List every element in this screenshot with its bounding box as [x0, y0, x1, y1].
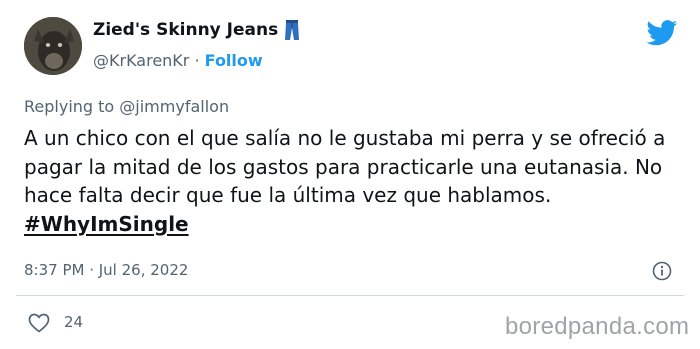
- replying-to[interactable]: Replying to @jimmyfallon: [24, 97, 229, 116]
- divider: [16, 295, 684, 296]
- separator-dot: ·: [194, 51, 200, 70]
- author-handle-row: @KrKarenKr · Follow: [93, 51, 263, 70]
- follow-button[interactable]: Follow: [205, 51, 263, 70]
- heart-icon[interactable]: [28, 313, 50, 333]
- tweet-timestamp[interactable]: 8:37 PM · Jul 26, 2022: [24, 261, 188, 279]
- author-display-name[interactable]: Zied's Skinny Jeans: [93, 20, 300, 40]
- hashtag-link[interactable]: #WhyImSingle: [24, 212, 189, 236]
- watermark: boredpanda.com: [505, 313, 690, 340]
- avatar[interactable]: [24, 17, 82, 75]
- twitter-bird-icon[interactable]: [646, 20, 678, 46]
- jeans-icon: [284, 20, 300, 40]
- tweet-text: A un chico con el que salía no le gustab…: [24, 126, 666, 207]
- tweet-body: A un chico con el que salía no le gustab…: [24, 124, 684, 238]
- author-name-text: Zied's Skinny Jeans: [93, 20, 279, 40]
- like-count: 24: [64, 313, 84, 331]
- info-icon[interactable]: [652, 261, 672, 281]
- author-handle[interactable]: @KrKarenKr: [93, 51, 189, 70]
